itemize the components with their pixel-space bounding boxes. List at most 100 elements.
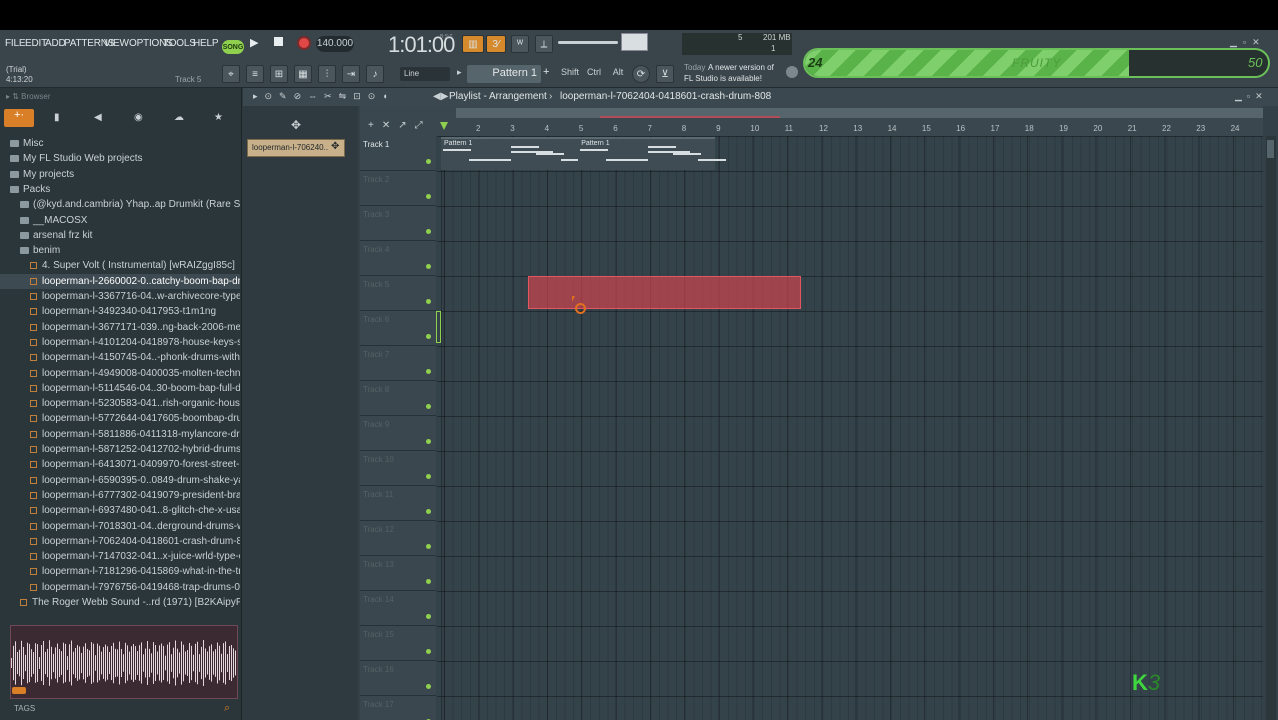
browser-file[interactable]: looperman-l-4101204-0418978-house-keys-s… — [0, 335, 240, 350]
vertical-scrollbar[interactable] — [1266, 136, 1276, 720]
track-header[interactable]: Track 4 — [360, 241, 436, 276]
browser-file[interactable]: looperman-l-6590395-0..0849-drum-shake-y… — [0, 473, 240, 488]
track-header[interactable]: Track 13 — [360, 556, 436, 591]
menu-help[interactable]: HELP — [193, 38, 219, 49]
pattern-mode-icon[interactable]: ⌖ — [222, 65, 240, 83]
browser-files-icon[interactable]: ▮ — [54, 112, 60, 123]
track-header[interactable]: Track 12 — [360, 521, 436, 556]
undo-history-icon[interactable]: ⟳ — [632, 65, 650, 83]
menu-view[interactable]: VIEW — [104, 38, 129, 49]
track-mute-led[interactable] — [426, 439, 431, 444]
track-header[interactable]: Track 2 — [360, 171, 436, 206]
browser-toggle-icon[interactable]: ⇥ — [342, 65, 360, 83]
browser-file[interactable]: looperman-l-4150745-04..-phonk-drums-wit… — [0, 350, 240, 365]
track-mute-led[interactable] — [426, 649, 431, 654]
picker-move-handle-icon[interactable]: ✥ — [331, 141, 339, 152]
track-mute-led[interactable] — [426, 404, 431, 409]
modifier-alt[interactable]: Alt — [608, 67, 628, 81]
news-line2[interactable]: FL Studio is available! — [684, 74, 762, 83]
stop-icon[interactable] — [274, 37, 283, 46]
browser-file[interactable]: looperman-l-7181296-0415869-what-in-the-… — [0, 564, 240, 579]
preview-play-icon[interactable] — [12, 687, 26, 694]
pattern-select[interactable]: Pattern 1 — [467, 65, 541, 83]
track-header[interactable]: Track 10 — [360, 451, 436, 486]
browser-folder[interactable]: My projects — [0, 167, 240, 182]
metronome-icon[interactable]: ▥ — [462, 35, 484, 53]
browser-file[interactable]: looperman-l-3367716-04..w-archivecore-ty… — [0, 289, 240, 304]
window-controls[interactable]: ▁▫✕ — [1230, 37, 1266, 48]
record-icon[interactable] — [297, 36, 311, 50]
track-header[interactable]: Track 3 — [360, 206, 436, 241]
wait-input-icon[interactable]: 3⁄ — [486, 35, 506, 53]
channel-rack-icon[interactable]: ▦ — [294, 65, 312, 83]
browser-favorites-icon[interactable]: ★ — [214, 112, 223, 123]
browser-folder[interactable]: Packs — [0, 182, 240, 197]
snap-select[interactable]: Line — [400, 67, 450, 81]
track-selector[interactable] — [436, 311, 441, 343]
track-header[interactable]: Track 9 — [360, 416, 436, 451]
playhead-marker[interactable] — [440, 122, 448, 130]
browser-file[interactable]: looperman-l-5772644-0417605-boombap-drum — [0, 411, 240, 426]
browser-folder[interactable]: __MACOSX — [0, 213, 240, 228]
track-header[interactable]: Track 1 — [360, 136, 436, 171]
playlist-icon[interactable]: ≡ — [246, 65, 264, 83]
track-mute-led[interactable] — [426, 299, 431, 304]
menu-file[interactable]: FILE — [5, 38, 26, 49]
add-pattern-icon[interactable]: + — [543, 66, 549, 78]
menu-add[interactable]: ADD — [45, 38, 66, 49]
search-icon[interactable]: ⌕ — [224, 702, 230, 715]
browser-file[interactable]: looperman-l-2660002-0..catchy-boom-bap-d… — [0, 273, 240, 289]
track-header[interactable]: Track 17 — [360, 696, 436, 720]
browser-folder[interactable]: arsenal frz kit — [0, 228, 240, 243]
browser-file[interactable]: looperman-l-7976756-0419468-trap-drums-0… — [0, 580, 240, 595]
track-mute-led[interactable] — [426, 474, 431, 479]
browser-folder[interactable]: My FL Studio Web projects — [0, 151, 240, 166]
menu-tools[interactable]: TOOLS — [163, 38, 196, 49]
browser-file[interactable]: looperman-l-5114546-04..30-boom-bap-full… — [0, 381, 240, 396]
ruler-tools[interactable]: +✕↗⤢ — [368, 120, 431, 131]
vertical-scroll-thumb[interactable] — [1267, 140, 1274, 158]
track-mute-led[interactable] — [426, 194, 431, 199]
browser-file[interactable]: looperman-l-4949008-0400035-molten-techn… — [0, 366, 240, 381]
modifier-shift[interactable]: Shift — [560, 67, 580, 81]
mixer-icon[interactable]: ⫶ — [318, 65, 336, 83]
browser-folder[interactable]: benim — [0, 243, 240, 258]
track-header[interactable]: Track 6 — [360, 311, 436, 346]
browser-file[interactable]: looperman-l-7062404-0418601-crash-drum-8… — [0, 534, 240, 549]
browser-file[interactable]: looperman-l-6937480-041..8-glitch-che-x-… — [0, 503, 240, 518]
loop-record-icon[interactable]: ⟂ — [535, 35, 553, 53]
browser-projects-icon[interactable]: ◉ — [134, 112, 143, 123]
track-mute-led[interactable] — [426, 579, 431, 584]
track-header[interactable]: Track 5 — [360, 276, 436, 311]
horizontal-scrollbar[interactable] — [456, 108, 1263, 118]
track-mute-led[interactable] — [426, 264, 431, 269]
news-line1[interactable]: A newer version of — [708, 63, 774, 72]
playlist-arrow-icon[interactable]: ◀▶ — [433, 91, 448, 102]
pattern-clip[interactable]: Pattern 1 — [441, 137, 589, 170]
menu-edit[interactable]: EDIT — [25, 38, 47, 49]
track-mute-led[interactable] — [426, 334, 431, 339]
browser-file[interactable]: looperman-l-6777302-0419079-president-br… — [0, 488, 240, 503]
modifier-ctrl[interactable]: Ctrl — [584, 67, 604, 81]
track-mute-led[interactable] — [426, 544, 431, 549]
browser-file[interactable]: looperman-l-5811886-0411318-mylancore-dr… — [0, 427, 240, 442]
snap-arrow-icon[interactable]: ▸ — [457, 67, 467, 81]
browser-all-tab[interactable]: +· — [4, 109, 34, 127]
browser-file[interactable]: looperman-l-5230583-041..rish-organic-ho… — [0, 396, 240, 411]
browser-file[interactable]: looperman-l-5871252-0412702-hybrid-drums… — [0, 442, 240, 457]
song-mode-toggle[interactable]: SONG — [222, 40, 244, 54]
piano-roll-icon[interactable]: ⊞ — [270, 65, 288, 83]
browser-file[interactable]: looperman-l-3677171-039..ng-back-2006-me… — [0, 320, 240, 335]
playlist-tools[interactable]: ▸⊙✎⊘⇔✂⇋⊡⊙◖ — [253, 91, 395, 102]
browser-file[interactable]: The Roger Webb Sound -..rd (1971) [B2KAi… — [0, 595, 240, 610]
playlist-window-controls[interactable]: ▁▫✕ — [1235, 91, 1268, 102]
tempo-display[interactable]: 140.000 — [316, 36, 354, 52]
track-header[interactable]: Track 7 — [360, 346, 436, 381]
browser-plugins-icon[interactable]: ◀ — [94, 112, 102, 123]
plugin-picker-icon[interactable]: ♪ — [366, 65, 384, 83]
play-icon[interactable]: ▶ — [250, 36, 258, 49]
master-volume-slider[interactable] — [558, 41, 618, 44]
cart-icon[interactable]: ⊻ — [656, 65, 674, 83]
track-header[interactable]: Track 11 — [360, 486, 436, 521]
track-mute-led[interactable] — [426, 229, 431, 234]
